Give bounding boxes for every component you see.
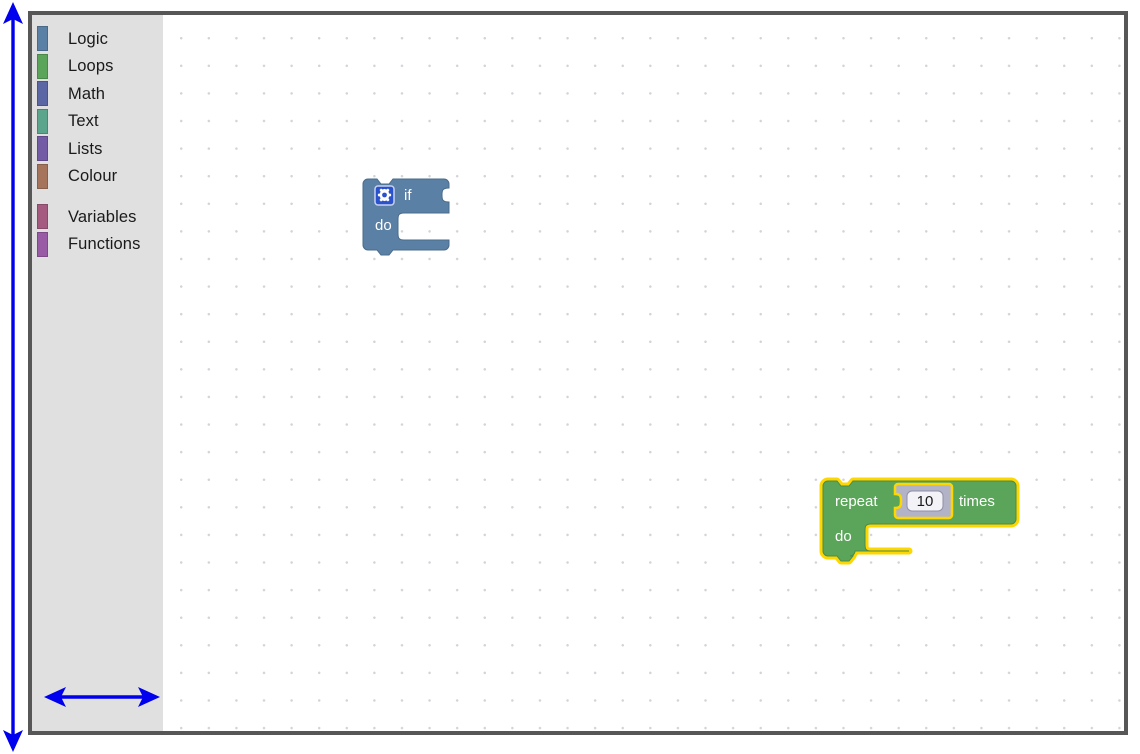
repeat-block-shape[interactable]: repeat 10 times do bbox=[819, 477, 1033, 581]
toolbox-item-functions[interactable]: Functions bbox=[32, 231, 163, 259]
repeat-block-label: repeat bbox=[835, 493, 878, 510]
toolbox-item-label: Variables bbox=[68, 207, 137, 226]
workspace-canvas[interactable]: if do repeat 10 times do bbox=[163, 15, 1124, 731]
toolbox-item-label: Math bbox=[68, 84, 106, 103]
toolbox-item-variables[interactable]: Variables bbox=[32, 203, 163, 231]
toolbox-item-lists[interactable]: Lists bbox=[32, 135, 163, 163]
repeat-block-suffix-label: times bbox=[959, 493, 995, 510]
category-swatch-icon bbox=[37, 163, 48, 189]
toolbox-item-loops[interactable]: Loops bbox=[32, 53, 163, 81]
repeat-times-value-input[interactable]: 10 bbox=[893, 482, 954, 520]
toolbox-item-label: Lists bbox=[68, 139, 103, 158]
category-swatch-icon bbox=[37, 136, 48, 162]
category-swatch-icon bbox=[37, 204, 48, 230]
gear-icon[interactable] bbox=[377, 188, 392, 202]
toolbox-item-label: Functions bbox=[68, 235, 141, 253]
toolbox[interactable]: Logic Loops Math Text Lists Colour Varia… bbox=[32, 15, 163, 731]
number-field-value[interactable]: 10 bbox=[917, 493, 934, 510]
category-swatch-icon bbox=[37, 81, 48, 107]
toolbox-item-label: Text bbox=[68, 112, 99, 130]
toolbox-item-text[interactable]: Text bbox=[32, 108, 163, 136]
toolbox-separator bbox=[32, 190, 163, 203]
category-swatch-icon bbox=[37, 53, 48, 79]
arrow-head-down-icon bbox=[3, 730, 23, 752]
toolbox-item-math[interactable]: Math bbox=[32, 80, 163, 108]
if-block-shape[interactable]: if do bbox=[362, 178, 483, 269]
if-block-label: if bbox=[404, 187, 412, 204]
blockly-editor-frame: Logic Loops Math Text Lists Colour Varia… bbox=[28, 11, 1128, 735]
toolbox-item-label: Logic bbox=[68, 29, 108, 48]
block-controls-repeat[interactable]: repeat 10 times do bbox=[819, 477, 1033, 581]
if-block-statement-label: do bbox=[375, 217, 392, 234]
screen-root: Logic Loops Math Text Lists Colour Varia… bbox=[0, 0, 1140, 754]
toolbox-item-label: Colour bbox=[68, 167, 118, 185]
repeat-block-statement-label: do bbox=[835, 528, 852, 545]
toolbox-item-label: Loops bbox=[68, 57, 114, 75]
category-swatch-icon bbox=[37, 26, 48, 52]
arrow-head-up-icon bbox=[3, 2, 23, 24]
category-swatch-icon bbox=[37, 231, 48, 257]
toolbox-item-colour[interactable]: Colour bbox=[32, 163, 163, 191]
workspace-height-arrow bbox=[3, 2, 23, 752]
block-controls-if[interactable]: if do bbox=[362, 178, 483, 269]
category-swatch-icon bbox=[37, 108, 48, 134]
toolbox-item-logic[interactable]: Logic bbox=[32, 25, 163, 53]
